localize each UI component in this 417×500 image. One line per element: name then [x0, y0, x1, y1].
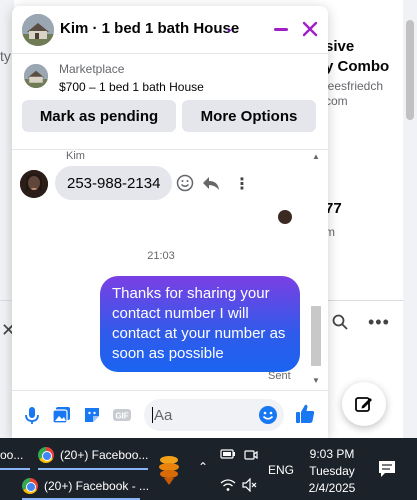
message-timestamp: 21:03	[147, 250, 175, 262]
more-options-icon[interactable]: •••	[368, 312, 390, 333]
volume-muted-icon[interactable]	[242, 478, 258, 492]
battery-icon[interactable]	[220, 448, 236, 460]
page-scrollbar-thumb[interactable]	[406, 20, 414, 120]
wifi-icon[interactable]	[220, 478, 236, 492]
taskbar-app-3-label: (20+) Facebook - ...	[44, 479, 150, 493]
incoming-message[interactable]: 253-988-2134	[55, 166, 173, 200]
profile-photo-icon	[20, 170, 48, 198]
taskbar-clock[interactable]: 9:03 PM Tuesday 2/4/2025	[300, 446, 364, 497]
listing-source-label: Marketplace	[59, 62, 125, 76]
microphone-icon[interactable]	[22, 405, 42, 425]
chat-window: Kim · 1 bed 1 bath House ⌄ Marketplace $…	[12, 6, 328, 438]
reply-icon[interactable]	[202, 175, 220, 191]
taskbar-app-3[interactable]: (20+) Facebook - ...	[22, 472, 149, 500]
chevron-up-icon[interactable]: ⌃	[198, 460, 208, 474]
clock-time: 9:03 PM	[309, 447, 355, 461]
house-thumbnail-icon	[22, 14, 54, 46]
taskbar-active-indicator	[0, 468, 30, 470]
app-icon[interactable]	[156, 452, 182, 486]
background-listing-title-1: sive	[325, 38, 355, 55]
seen-indicator-avatar	[278, 210, 292, 224]
message-more-icon[interactable]: ⋮	[234, 174, 250, 194]
background-listing-sub-2: com	[325, 94, 348, 108]
message-composer: GIF	[12, 390, 328, 438]
background-listing-sub-1: jeesfriedch	[325, 79, 384, 93]
scroll-down-arrow-icon[interactable]: ▼	[312, 376, 320, 385]
thread-scrollbar-thumb[interactable]	[311, 306, 321, 366]
avatar[interactable]	[20, 170, 48, 198]
smiley-react-icon[interactable]	[176, 174, 194, 192]
taskbar-active-indicator	[38, 468, 148, 470]
gif-label: GIF	[115, 412, 128, 421]
taskbar-app-2[interactable]: (20+) Faceboo...	[38, 441, 148, 469]
language-indicator[interactable]: ENG	[268, 463, 294, 477]
photo-icon[interactable]	[52, 405, 72, 425]
message-input-container[interactable]	[144, 399, 284, 431]
sticker-icon[interactable]	[82, 405, 102, 425]
taskbar-app-1[interactable]: oo...	[0, 441, 23, 469]
message-sender-name: Kim	[66, 150, 85, 162]
minimize-icon[interactable]	[274, 28, 288, 31]
clock-day: Tuesday	[309, 464, 355, 478]
text-caret	[152, 407, 153, 423]
mark-as-pending-button[interactable]: Mark as pending	[22, 100, 176, 132]
chevron-down-icon[interactable]: ⌄	[224, 20, 235, 36]
chat-header[interactable]: Kim · 1 bed 1 bath House ⌄	[12, 6, 328, 54]
chat-title[interactable]: Kim · 1 bed 1 bath House	[60, 20, 239, 37]
new-message-button[interactable]	[342, 382, 386, 426]
search-icon[interactable]	[332, 314, 348, 330]
message-thread[interactable]: Kim 253-988-2134 ⋮ 21:03 Thanks for shar…	[12, 150, 328, 386]
chrome-icon	[22, 478, 38, 494]
listing-thumbnail[interactable]	[24, 64, 48, 88]
clock-date: 2/4/2025	[308, 481, 356, 495]
thumbs-up-icon[interactable]	[294, 403, 316, 425]
taskbar-app-2-label: (20+) Faceboo...	[60, 448, 149, 462]
close-icon[interactable]	[300, 19, 320, 39]
house-thumbnail-icon	[24, 64, 48, 88]
more-options-button[interactable]: More Options	[182, 100, 316, 132]
background-left-text: ty	[0, 48, 11, 64]
outgoing-message[interactable]: Thanks for sharing your contact number I…	[100, 276, 300, 372]
gif-icon[interactable]: GIF	[112, 405, 132, 425]
notification-icon[interactable]	[378, 460, 396, 478]
compose-icon	[355, 397, 372, 412]
marketplace-listing-banner: Marketplace $700 – 1 bed 1 bath House Ma…	[12, 54, 328, 150]
listing-avatar[interactable]	[22, 14, 54, 46]
background-listing-title-2: y Combo	[325, 58, 390, 75]
message-status: Sent	[268, 370, 291, 382]
scroll-up-arrow-icon[interactable]: ▲	[312, 152, 320, 161]
emoji-icon[interactable]	[258, 405, 278, 425]
listing-price[interactable]: $700 – 1 bed 1 bath House	[59, 80, 204, 94]
message-input[interactable]	[154, 399, 254, 431]
camera-icon[interactable]	[244, 448, 258, 462]
chrome-icon	[38, 447, 54, 463]
